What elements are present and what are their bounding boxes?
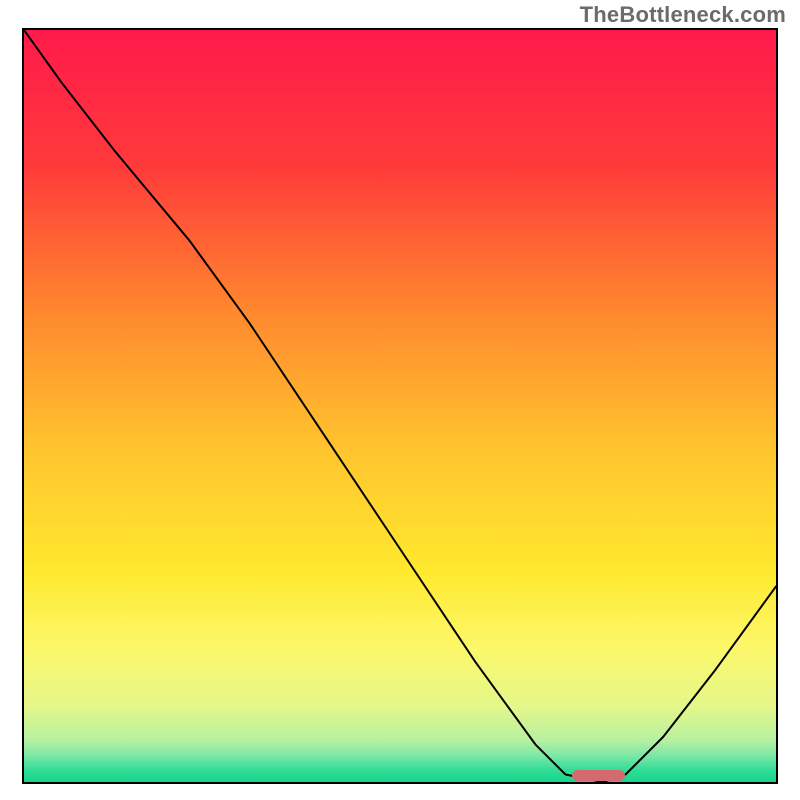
plot-area: [22, 28, 778, 784]
chart-container: TheBottleneck.com: [0, 0, 800, 800]
bottleneck-curve: [24, 30, 776, 782]
optimal-range-marker: [572, 770, 625, 781]
watermark-text: TheBottleneck.com: [580, 2, 786, 28]
